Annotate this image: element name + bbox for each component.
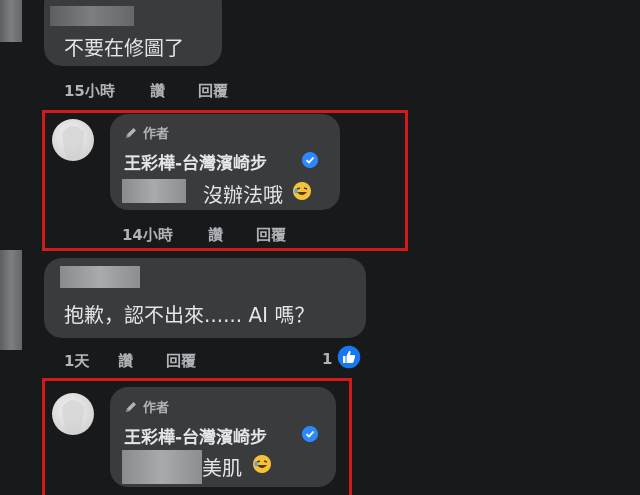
comment-time[interactable]: 1天 (64, 350, 89, 371)
highlight-box (42, 378, 352, 495)
like-link[interactable]: 讚 (118, 350, 133, 371)
commenter-name-redacted[interactable] (60, 266, 140, 288)
commenter-name-redacted[interactable] (50, 6, 134, 26)
like-reaction-icon[interactable] (336, 344, 362, 370)
comment-time[interactable]: 15小時 (64, 80, 115, 101)
reaction-count[interactable]: 1 (322, 350, 332, 368)
reply-link[interactable]: 回覆 (166, 350, 196, 371)
comment-text: 抱歉，認不出來...... AI 嗎？ (64, 303, 315, 327)
highlight-box (42, 110, 408, 251)
comment-text: 不要在修圖了 (64, 36, 184, 60)
avatar-redacted[interactable] (0, 0, 22, 42)
reply-link[interactable]: 回覆 (198, 80, 228, 101)
avatar-redacted[interactable] (0, 250, 22, 350)
like-link[interactable]: 讚 (150, 80, 165, 101)
